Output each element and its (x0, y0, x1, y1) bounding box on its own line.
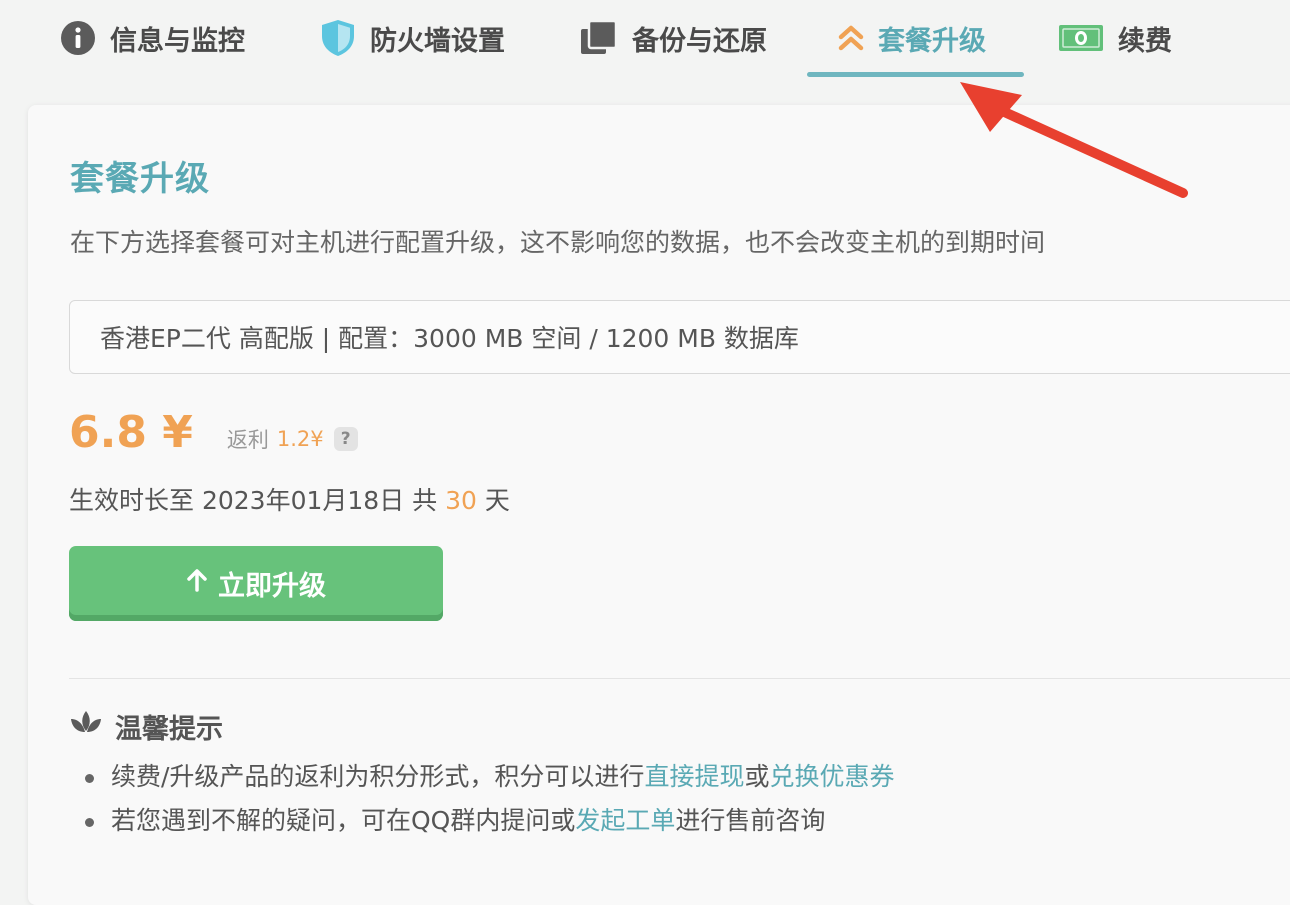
tab-plan-upgrade[interactable]: 套餐升级 (838, 0, 986, 76)
tips-list: 续费/升级产品的返利为积分形式，积分可以进行直接提现或兑换优惠券 若您遇到不解的… (81, 755, 894, 843)
tip-text: 或 (744, 762, 770, 791)
tab-label: 续费 (1118, 25, 1172, 57)
list-item: 续费/升级产品的返利为积分形式，积分可以进行直接提现或兑换优惠券 (81, 755, 894, 799)
tab-backup-restore[interactable]: 备份与还原 (580, 0, 767, 76)
upgrade-description: 在下方选择套餐可对主机进行配置升级，这不影响您的数据，也不会改变主机的到期时间 (70, 228, 1046, 257)
arrow-up-icon (186, 568, 208, 599)
tab-firewall[interactable]: 防火墙设置 (320, 0, 505, 76)
tip-text: 续费/升级产品的返利为积分形式，积分可以进行 (111, 762, 645, 791)
info-icon (60, 20, 96, 56)
tab-label: 备份与还原 (632, 25, 767, 57)
validity-prefix: 生效时长至 2023年01月18日 共 (69, 486, 446, 515)
price-value: 6.8 ¥ (69, 407, 193, 458)
rebate-amount: 1.2¥ (276, 427, 324, 451)
tips-heading: 温馨提示 (69, 707, 223, 746)
lotus-icon (69, 709, 103, 744)
upgrade-panel: 套餐升级 在下方选择套餐可对主机进行配置升级，这不影响您的数据，也不会改变主机的… (28, 105, 1290, 905)
rebate-label: 返利 (226, 428, 269, 452)
copy-icon (580, 20, 618, 56)
tips-title: 温馨提示 (115, 714, 223, 745)
withdraw-link[interactable]: 直接提现 (644, 762, 744, 791)
upgrade-now-button[interactable]: 立即升级 (69, 546, 443, 621)
plan-select-value: 香港EP二代 高配版 | 配置：3000 MB 空间 / 1200 MB 数据库 (100, 324, 799, 353)
plan-select[interactable]: 香港EP二代 高配版 | 配置：3000 MB 空间 / 1200 MB 数据库 (69, 300, 1290, 374)
rebate-info: 返利 1.2¥ ? (227, 424, 358, 454)
tab-label: 防火墙设置 (370, 25, 505, 57)
double-chevron-up-icon (838, 23, 864, 53)
validity-suffix: 天 (476, 486, 510, 515)
tab-label: 信息与监控 (110, 25, 245, 57)
money-icon (1058, 23, 1104, 53)
tip-text: 若您遇到不解的疑问，可在QQ群内提问或 (111, 806, 576, 835)
tab-bar: 信息与监控 防火墙设置 备份与还原 套餐升级 续费 (0, 0, 1290, 80)
list-item: 若您遇到不解的疑问，可在QQ群内提问或发起工单进行售前咨询 (81, 799, 894, 843)
validity-text: 生效时长至 2023年01月18日 共 30 天 (69, 481, 510, 517)
tab-renew[interactable]: 续费 (1058, 0, 1172, 76)
help-icon[interactable]: ? (333, 427, 358, 451)
tab-info-monitor[interactable]: 信息与监控 (60, 0, 245, 76)
tab-label: 套餐升级 (878, 25, 986, 57)
shield-icon (320, 19, 356, 57)
validity-days: 30 (445, 486, 477, 515)
divider (69, 678, 1290, 679)
tip-text: 进行售前咨询 (675, 806, 826, 835)
price-row: 6.8 ¥ 返利 1.2¥ ? (69, 407, 358, 458)
open-ticket-link[interactable]: 发起工单 (575, 806, 675, 835)
active-tab-indicator (807, 72, 1024, 77)
page-title: 套餐升级 (70, 159, 210, 199)
upgrade-button-label: 立即升级 (218, 571, 326, 602)
redeem-coupon-link[interactable]: 兑换优惠券 (769, 762, 894, 791)
